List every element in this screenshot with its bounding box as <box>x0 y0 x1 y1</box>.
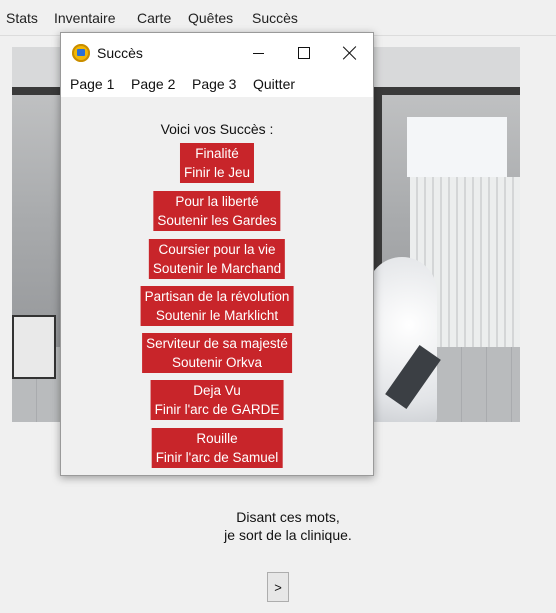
minimize-icon <box>252 52 264 54</box>
achievement-item[interactable]: Finalité Finir le Jeu <box>179 143 255 183</box>
menu-succes[interactable]: Succès <box>252 10 298 26</box>
menu-carte[interactable]: Carte <box>137 10 171 26</box>
menu-inventaire[interactable]: Inventaire <box>54 10 115 26</box>
menu-stats[interactable]: Stats <box>6 10 38 26</box>
achievement-item[interactable]: Partisan de la révolution Soutenir le Ma… <box>140 286 294 326</box>
achievement-item[interactable]: Serviteur de sa majesté Soutenir Orkva <box>142 333 292 373</box>
achievement-item[interactable]: Rouille Finir l'arc de Samuel <box>151 428 283 468</box>
menu-quetes[interactable]: Quêtes <box>188 10 233 26</box>
next-button[interactable]: > <box>267 572 289 602</box>
main-menubar: Stats Inventaire Carte Quêtes Succès <box>0 0 556 36</box>
close-button[interactable] <box>327 33 373 73</box>
achievement-description: Soutenir le Marchand <box>152 261 282 276</box>
achievement-title: Finalité <box>195 146 239 161</box>
achievement-item[interactable]: Coursier pour la vie Soutenir le Marchan… <box>148 239 286 279</box>
dialog-menubar: Page 1 Page 2 Page 3 Quitter <box>61 73 373 97</box>
maximize-button[interactable] <box>281 33 327 73</box>
achievement-item[interactable]: Pour la liberté Soutenir les Gardes <box>153 191 281 231</box>
achievement-item[interactable]: Deja Vu Finir l'arc de GARDE <box>150 380 284 420</box>
scene-bed <box>12 315 56 379</box>
achievement-description: Finir le Jeu <box>183 165 251 180</box>
dialog-title: Succès <box>97 45 143 61</box>
dialog-menu-quitter[interactable]: Quitter <box>253 76 295 92</box>
achievement-description: Soutenir Orkva <box>171 355 263 370</box>
achievement-title: Pour la liberté <box>175 194 259 209</box>
achievement-title: Coursier pour la vie <box>158 242 276 257</box>
achievement-title: Serviteur de sa majesté <box>146 336 288 351</box>
close-icon <box>343 46 357 60</box>
dialog-content: Voici vos Succès : Finalité Finir le Jeu… <box>61 97 373 475</box>
achievement-description: Soutenir le Marklicht <box>155 308 279 323</box>
achievements-dialog: Succès Page 1 Page 2 Page 3 Quitter Voic… <box>60 32 374 476</box>
achievements-app-icon <box>72 44 90 62</box>
dialog-titlebar[interactable]: Succès <box>61 33 373 73</box>
narration-line-1: Disant ces mots, <box>236 509 340 525</box>
maximize-icon <box>298 47 310 59</box>
achievement-title: Rouille <box>196 431 238 446</box>
achievements-heading: Voici vos Succès : <box>160 121 274 137</box>
dialog-menu-page3[interactable]: Page 3 <box>192 76 236 92</box>
achievement-description: Finir l'arc de Samuel <box>155 450 279 465</box>
achievement-title: Deja Vu <box>193 383 241 398</box>
achievement-title: Partisan de la révolution <box>144 289 290 304</box>
achievement-description: Soutenir les Gardes <box>157 213 277 228</box>
achievement-description: Finir l'arc de GARDE <box>154 402 280 417</box>
dialog-menu-page1[interactable]: Page 1 <box>70 76 114 92</box>
minimize-button[interactable] <box>235 33 281 73</box>
narration-text: Disant ces mots, je sort de la clinique. <box>168 508 408 544</box>
narration-line-2: je sort de la clinique. <box>224 527 352 543</box>
dialog-menu-page2[interactable]: Page 2 <box>131 76 175 92</box>
scene-window <box>407 117 507 177</box>
